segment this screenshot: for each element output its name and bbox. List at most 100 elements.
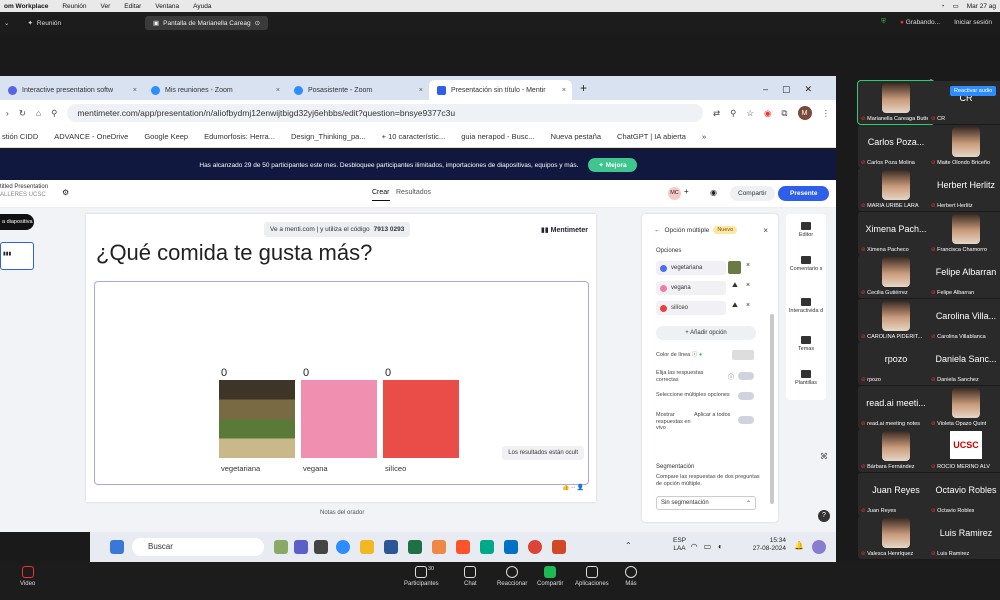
apply-all-label[interactable]: Aplicar a todos	[694, 412, 730, 419]
site-info-icon[interactable]: ⚲	[51, 108, 57, 119]
reactivate-audio-button[interactable]: Reactivar audio	[950, 86, 997, 96]
more-button[interactable]: Más	[625, 566, 637, 587]
slide-thumbnail[interactable]: ▮▮▮	[0, 242, 34, 270]
zoom-app-icon[interactable]	[336, 540, 350, 554]
zoom-icon[interactable]: ⚲	[730, 108, 736, 119]
snipping-icon[interactable]	[432, 540, 446, 554]
powerpoint-icon[interactable]	[552, 540, 566, 554]
participant-tile[interactable]: ⊘ Cecilia Gutiérrez	[858, 255, 934, 298]
close-icon[interactable]: ×	[276, 87, 280, 94]
participant-tile[interactable]: Felipe Albarran ⊘ Felipe Albarran	[928, 255, 1000, 298]
participant-tile[interactable]: ⊘ Valesca Henríquez	[858, 516, 934, 559]
close-icon[interactable]: ×	[562, 87, 566, 94]
chevron-up-icon[interactable]: ⌃	[625, 541, 632, 550]
participant-tile[interactable]: UCSC ⊘ ROCIO MERINO ALV	[928, 429, 1000, 472]
tab-interactive[interactable]: Interactive presentation softw ×	[0, 80, 143, 100]
bookmark-item[interactable]: guia nerapod - Busc...	[461, 132, 534, 141]
wifi-icon[interactable]: ◔	[941, 3, 945, 10]
participant-tile[interactable]: Ximena Pach... ⊘ Ximena Pacheco	[858, 211, 934, 255]
copilot-icon[interactable]	[812, 540, 826, 554]
share-button[interactable]: Compartir	[730, 186, 775, 201]
extensions-icon[interactable]: ◉	[764, 108, 771, 119]
reload-icon[interactable]: ↻	[19, 108, 26, 119]
system-tray-icons[interactable]: ◠▭◖	[691, 542, 728, 551]
option-input[interactable]: vegana	[656, 281, 726, 295]
tab-mis-reuniones[interactable]: Mis reuniones - Zoom ×	[143, 80, 286, 100]
preview-eye-icon[interactable]: ◉	[710, 188, 717, 197]
rail-editor[interactable]: Editor	[786, 222, 826, 238]
outlook-icon[interactable]	[504, 540, 518, 554]
participant-tile[interactable]: ⊘ MARIA URIBE LARA	[858, 168, 934, 211]
menu-ventana[interactable]: Ventana	[155, 3, 179, 10]
translate-icon[interactable]: ⇄	[713, 108, 720, 119]
participant-tile[interactable]: ⊘ Maite Olondo Briceño	[928, 124, 1000, 168]
tab-posasistente[interactable]: Posasistente - Zoom ×	[286, 80, 429, 100]
chrome-icon[interactable]	[528, 540, 542, 554]
bookmark-item[interactable]: stión CIDD	[2, 132, 38, 141]
menubar-date[interactable]: Mar 27 ag	[967, 3, 996, 10]
multiple-select-toggle[interactable]	[738, 392, 754, 400]
option-image[interactable]	[728, 261, 741, 274]
url-field[interactable]: mentimeter.com/app/presentation/n/aliofb…	[67, 104, 704, 122]
remove-option-icon[interactable]: ×	[746, 262, 750, 269]
bookmark-star-icon[interactable]: ☆	[746, 108, 754, 119]
excel-icon[interactable]	[408, 540, 422, 554]
option-color-dot[interactable]	[660, 304, 667, 312]
slide-preview[interactable]: Ve a menti.com | y utiliza el código 7913…	[86, 214, 596, 502]
language-indicator[interactable]: ESP LAA	[673, 537, 686, 554]
show-live-toggle[interactable]	[738, 416, 754, 424]
widget-icon[interactable]	[274, 540, 288, 554]
menu-editar[interactable]: Editar	[124, 3, 141, 10]
bookmark-item[interactable]: ADVANCE - OneDrive	[54, 132, 128, 141]
option-color-dot[interactable]	[660, 264, 667, 272]
tab-presentacion[interactable]: Presentación sin título - Mentir ×	[429, 80, 572, 100]
remove-option-icon[interactable]: ×	[746, 282, 750, 289]
option-input[interactable]: silíceo	[656, 301, 726, 315]
battery-icon[interactable]: ▭	[953, 2, 959, 10]
close-icon[interactable]: ×	[133, 87, 137, 94]
participant-tile[interactable]: Juan Reyes ⊘ Juan Reyes	[858, 472, 934, 516]
presentation-title[interactable]: titled Presentation	[0, 184, 48, 192]
reactions-icons[interactable]: 👍 ·· 👤	[562, 484, 584, 491]
bookmark-item[interactable]: ChatGPT | IA abierta	[617, 132, 686, 141]
react-button[interactable]: Reaccionar	[497, 566, 527, 587]
sign-in-link[interactable]: Iniciar sesión	[954, 19, 992, 26]
menu-reunion[interactable]: Reunión	[62, 3, 86, 10]
new-tab-button[interactable]: +	[580, 81, 587, 95]
meeting-label[interactable]: Reunión	[37, 20, 61, 27]
bookmark-item[interactable]: Design_Thinking_pa...	[291, 132, 366, 141]
segmentation-select[interactable]: Sin segmentación ⌃	[656, 496, 756, 510]
participant-tile[interactable]: ⊘ Francisca Chamorro	[928, 211, 1000, 255]
option-color-dot[interactable]	[660, 284, 667, 292]
apps-button[interactable]: Aplicaciones	[575, 566, 609, 587]
feedback-icon[interactable]: ⌘	[820, 452, 828, 461]
tab-results[interactable]: Resultados	[396, 189, 431, 196]
bookmark-item[interactable]: Nueva pestaña	[551, 132, 601, 141]
window-controls[interactable]: –▢✕	[763, 84, 836, 95]
rail-comments[interactable]: Comentario s	[786, 256, 826, 272]
chevron-down-icon[interactable]: ⌄	[4, 19, 9, 27]
tab-create[interactable]: Crear	[372, 189, 390, 201]
app-name[interactable]: om Workplace	[4, 3, 48, 10]
word-icon[interactable]	[384, 540, 398, 554]
teams-icon[interactable]	[294, 540, 308, 554]
upgrade-button[interactable]: ✦ Mejora	[588, 158, 637, 172]
participant-tile[interactable]: Octavio Robles ⊘ Octavio Robles	[928, 472, 1000, 516]
participant-tile[interactable]: ⊘ CAROLINA PIDERIT...	[858, 298, 934, 342]
panel-scrollbar[interactable]	[770, 314, 774, 504]
question-type[interactable]: Opción múltiple	[665, 227, 710, 234]
info-icon[interactable]: ⓘ	[728, 372, 734, 381]
share-screen-button[interactable]: Compartir	[537, 566, 563, 587]
rail-templates[interactable]: Plantillas	[786, 370, 826, 386]
video-button[interactable]: Video	[20, 566, 35, 587]
windows-start-icon[interactable]	[110, 540, 124, 554]
menu-ver[interactable]: Ver	[101, 3, 111, 10]
taskbar-clock[interactable]: 15:34 27-08-2024	[753, 537, 786, 554]
forward-icon[interactable]: ›	[6, 108, 9, 118]
shield-icon[interactable]: ⛨	[881, 18, 886, 26]
taskview-icon[interactable]	[314, 540, 328, 554]
add-option-button[interactable]: + Añadir opción	[656, 326, 756, 340]
rail-themes[interactable]: Temas	[786, 336, 826, 352]
present-button[interactable]: Presente	[778, 186, 830, 201]
notification-bell-icon[interactable]: 🔔	[794, 541, 804, 550]
